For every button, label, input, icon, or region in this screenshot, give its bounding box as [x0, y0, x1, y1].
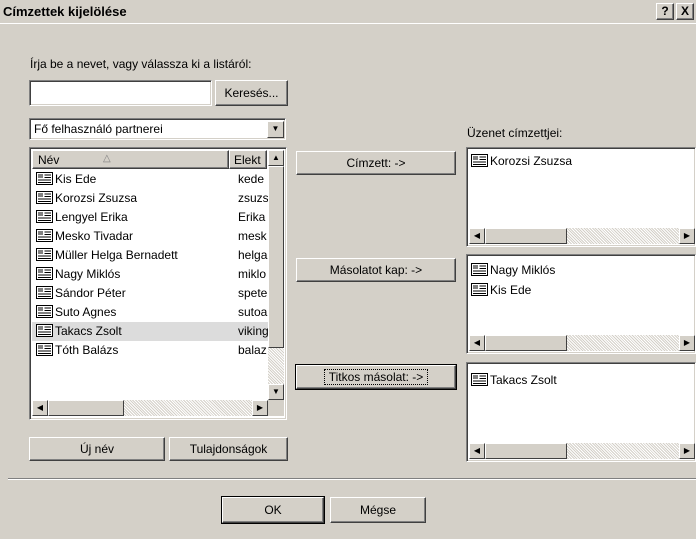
- bcc-button[interactable]: Titkos másolat: ->: [295, 364, 457, 390]
- chevron-down-icon: ▼: [271, 124, 280, 133]
- to-button[interactable]: Címzett: ->: [296, 151, 456, 175]
- list-item[interactable]: Nagy Miklós miklo: [32, 265, 268, 284]
- horizontal-scroll-thumb[interactable]: [485, 335, 567, 351]
- recipients-label: Üzenet címzettjei:: [467, 126, 563, 140]
- list-item[interactable]: Lengyel Erika Erika: [32, 208, 268, 227]
- contact-card-icon: [36, 248, 53, 261]
- address-book-selected: Fő felhasználó partnerei: [34, 122, 163, 136]
- cancel-button[interactable]: Mégse: [330, 497, 426, 523]
- contact-card-icon: [36, 191, 53, 204]
- sort-ascending-icon: △: [103, 153, 111, 164]
- arrow-left-icon: ◀: [473, 338, 481, 347]
- arrow-right-icon: ▶: [683, 338, 691, 347]
- arrow-down-icon: ▼: [272, 387, 280, 396]
- contact-card-icon: [36, 324, 53, 337]
- scroll-left-button[interactable]: ◀: [469, 228, 485, 244]
- contact-card-icon: [36, 229, 53, 242]
- list-item[interactable]: Sándor Péter spete: [32, 284, 268, 303]
- arrow-right-icon: ▶: [683, 446, 691, 455]
- scroll-left-button[interactable]: ◀: [32, 400, 48, 416]
- arrow-right-icon: ▶: [683, 231, 691, 240]
- scroll-up-button[interactable]: ▲: [268, 150, 284, 166]
- bcc-recipients-box[interactable]: Takacs Zsolt ◀ ▶: [466, 362, 696, 462]
- contact-card-icon: [471, 373, 488, 386]
- list-item[interactable]: Kis Ede kede: [32, 170, 268, 189]
- list-item[interactable]: Kis Ede: [471, 281, 531, 300]
- scroll-down-button[interactable]: ▼: [268, 384, 284, 400]
- horizontal-scroll-thumb[interactable]: [48, 400, 124, 416]
- arrow-left-icon: ◀: [473, 446, 481, 455]
- list-item[interactable]: Nagy Miklós: [471, 261, 555, 280]
- horizontal-scrollbar[interactable]: ◀ ▶: [469, 228, 695, 244]
- horizontal-scroll-thumb[interactable]: [485, 228, 567, 244]
- horizontal-scroll-thumb[interactable]: [485, 443, 567, 459]
- list-item[interactable]: Korozsi Zsuzsa zsuzs: [32, 189, 268, 208]
- list-item-selected[interactable]: Takacs Zsolt viking: [32, 322, 268, 341]
- contact-card-icon: [471, 263, 488, 276]
- scrollbar-corner: [268, 400, 284, 416]
- to-recipients-box[interactable]: Korozsi Zsuzsa ◀ ▶: [466, 147, 696, 247]
- help-button[interactable]: ?: [656, 3, 674, 20]
- search-prompt: Írja be a nevet, vagy válassza ki a list…: [30, 57, 252, 71]
- vertical-scroll-thumb[interactable]: [268, 166, 284, 348]
- properties-button[interactable]: Tulajdonságok: [169, 437, 288, 461]
- list-item[interactable]: Suto Agnes sutoa: [32, 303, 268, 322]
- contact-card-icon: [36, 286, 53, 299]
- contact-card-icon: [36, 305, 53, 318]
- cc-recipients-box[interactable]: Nagy Miklós Kis Ede ◀ ▶: [466, 254, 696, 354]
- scroll-right-button[interactable]: ▶: [679, 335, 695, 351]
- arrow-up-icon: ▲: [272, 153, 280, 162]
- contact-card-icon: [36, 267, 53, 280]
- column-header-name[interactable]: Név △: [32, 150, 229, 169]
- scroll-left-button[interactable]: ◀: [469, 443, 485, 459]
- list-item[interactable]: Korozsi Zsuzsa: [471, 152, 572, 171]
- list-item[interactable]: Takacs Zsolt: [471, 371, 557, 390]
- scroll-right-button[interactable]: ▶: [679, 443, 695, 459]
- address-book-select[interactable]: Fő felhasználó partnerei ▼: [29, 118, 286, 140]
- arrow-right-icon: ▶: [256, 403, 264, 412]
- contact-card-icon: [471, 154, 488, 167]
- contact-card-icon: [471, 283, 488, 296]
- address-list[interactable]: Név △ Elekt Kis Ede kede Korozsi Zsuzsa zs…: [29, 147, 287, 420]
- scroll-right-button[interactable]: ▶: [252, 400, 268, 416]
- contact-card-icon: [36, 172, 53, 185]
- new-name-button[interactable]: Új név: [29, 437, 165, 461]
- footer-separator: [8, 478, 696, 480]
- list-item[interactable]: Mesko Tivadar mesk: [32, 227, 268, 246]
- search-input[interactable]: [29, 80, 212, 106]
- scroll-left-button[interactable]: ◀: [469, 335, 485, 351]
- arrow-left-icon: ◀: [473, 231, 481, 240]
- contact-card-icon: [36, 210, 53, 223]
- title-bar[interactable]: Címzettek kijelölése ? X: [0, 0, 696, 24]
- dropdown-arrow-button[interactable]: ▼: [267, 121, 284, 138]
- list-item[interactable]: Müller Helga Bernadett helga: [32, 246, 268, 265]
- list-item[interactable]: Tóth Balázs balaz: [32, 341, 268, 360]
- ok-button[interactable]: OK: [221, 496, 325, 524]
- horizontal-scrollbar[interactable]: ◀ ▶: [32, 400, 268, 416]
- arrow-left-icon: ◀: [36, 403, 44, 412]
- column-header-email[interactable]: Elekt: [229, 150, 267, 169]
- contact-card-icon: [36, 343, 53, 356]
- horizontal-scrollbar[interactable]: ◀ ▶: [469, 335, 695, 351]
- scroll-right-button[interactable]: ▶: [679, 228, 695, 244]
- cc-button[interactable]: Másolatot kap: ->: [296, 258, 456, 282]
- search-button[interactable]: Keresés...: [215, 80, 288, 106]
- vertical-scrollbar[interactable]: ▲ ▼: [268, 150, 284, 400]
- close-button[interactable]: X: [676, 3, 694, 20]
- horizontal-scrollbar[interactable]: ◀ ▶: [469, 443, 695, 459]
- address-rows: Kis Ede kede Korozsi Zsuzsa zsuzs Lengyel …: [32, 170, 268, 400]
- window-title: Címzettek kijelölése: [3, 4, 127, 19]
